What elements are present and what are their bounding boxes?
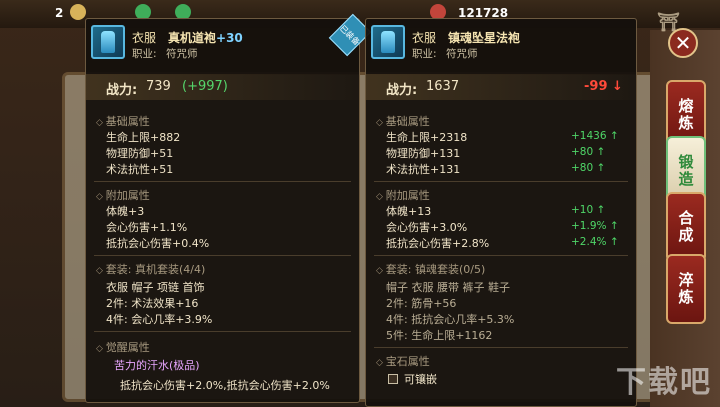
power-value: 1637 [426, 79, 460, 94]
gem-socket-label: 可镶嵌 [404, 373, 437, 386]
extra-attr: 会心伤害+1.1% [106, 221, 188, 234]
base-attr: 物理防御+51 [106, 147, 174, 160]
extra-attr-delta: +10 ↑ [571, 204, 606, 216]
power-diff: -99 ↓ [584, 79, 623, 94]
tab-temper[interactable]: 淬炼 [666, 254, 706, 324]
base-attr: 术法抗性+51 [106, 163, 174, 176]
extra-attr-title: 附加属性 [376, 187, 430, 203]
set-bonus: 4件: 会心几率+3.9% [106, 313, 213, 326]
base-attr-delta: +1436 ↑ [571, 130, 619, 142]
extra-attr: 抵抗会心伤害+0.4% [106, 237, 210, 250]
awaken-title: 觉醒属性 [96, 339, 150, 355]
set-items: 帽子 衣服 腰带 裤子 鞋子 [386, 281, 510, 294]
robe-icon [91, 25, 125, 59]
compare-item-tooltip: 衣服 镇魂坠星法袍 职业: 符咒师 战力: 1637 -99 ↓ 基础属性 生命… [365, 18, 637, 407]
base-attr: 术法抗性+131 [386, 163, 461, 176]
extra-attr: 会心伤害+3.0% [386, 221, 468, 234]
set-bonus: 4件: 抵抗会心几率+5.3% [386, 313, 515, 326]
set-title: 套装: 镇魂套装(0/5) [376, 261, 486, 277]
power-row: 战力: 739 (+997) [86, 74, 359, 100]
extra-attr-delta: +2.4% ↑ [571, 236, 619, 248]
item-header: 衣服 真机道袍+30 职业: 符咒师 [86, 19, 359, 65]
close-button[interactable]: ✕ [668, 28, 698, 58]
extra-attr-delta: +1.9% ↑ [571, 220, 619, 232]
enhance-level: +30 [216, 31, 243, 45]
divider [374, 181, 628, 182]
watermark: 下载吧 [616, 365, 712, 400]
set-bonus: 2件: 术法效果+16 [106, 297, 199, 310]
equipped-item-tooltip: 衣服 真机道袍+30 职业: 符咒师 战力: 739 (+997) 基础属性 生… [85, 18, 360, 403]
item-type: 衣服 [132, 31, 157, 45]
base-attr: 生命上限+2318 [386, 131, 468, 144]
set-bonus: 5件: 生命上限+1162 [386, 329, 493, 342]
item-name: 镇魂坠星法袍 [448, 31, 521, 45]
power-diff: (+997) [182, 79, 228, 94]
base-attr-title: 基础属性 [376, 113, 430, 129]
extra-attr: 抵抗会心伤害+2.8% [386, 237, 490, 250]
extra-attr: 体魄+3 [106, 205, 145, 218]
item-type: 衣服 [412, 31, 437, 45]
base-attr-delta: +80 ↑ [571, 146, 606, 158]
gem-socket-icon [388, 374, 398, 384]
base-attr: 生命上限+882 [106, 131, 181, 144]
tab-synthesize[interactable]: 合成 [666, 192, 706, 262]
job-value: 符咒师 [166, 48, 198, 60]
power-label: 战力: [106, 83, 138, 98]
set-title: 套装: 真机套装(4/4) [96, 261, 206, 277]
power-value: 739 [146, 79, 171, 94]
base-attr-delta: +80 ↑ [571, 162, 606, 174]
power-row: 战力: 1637 -99 ↓ [366, 74, 636, 100]
base-attr: 物理防御+131 [386, 147, 461, 160]
divider [374, 255, 628, 256]
set-items: 衣服 帽子 项链 首饰 [106, 281, 205, 294]
power-label: 战力: [386, 83, 418, 98]
player-level: 2 [55, 6, 64, 20]
awaken-effect: 抵抗会心伤害+2.0%,抵抗会心伤害+2.0% [120, 379, 330, 392]
extra-attr-title: 附加属性 [96, 187, 150, 203]
base-attr-title: 基础属性 [96, 113, 150, 129]
awaken-name: 苦力的汗水(极品) [114, 359, 200, 372]
extra-attr: 体魄+13 [386, 205, 432, 218]
robe-icon [371, 25, 405, 59]
item-name: 真机道袍+30 [168, 31, 243, 45]
gold-icon [70, 4, 86, 20]
divider [94, 181, 351, 182]
divider [94, 331, 351, 332]
divider [94, 255, 351, 256]
job-value: 符咒师 [446, 48, 478, 60]
gem-title: 宝石属性 [376, 353, 430, 369]
job-label: 职业: [132, 48, 157, 60]
divider [374, 347, 628, 348]
set-bonus: 2件: 筋骨+56 [386, 297, 457, 310]
job-label: 职业: [412, 48, 437, 60]
item-header: 衣服 镇魂坠星法袍 职业: 符咒师 [366, 19, 636, 65]
